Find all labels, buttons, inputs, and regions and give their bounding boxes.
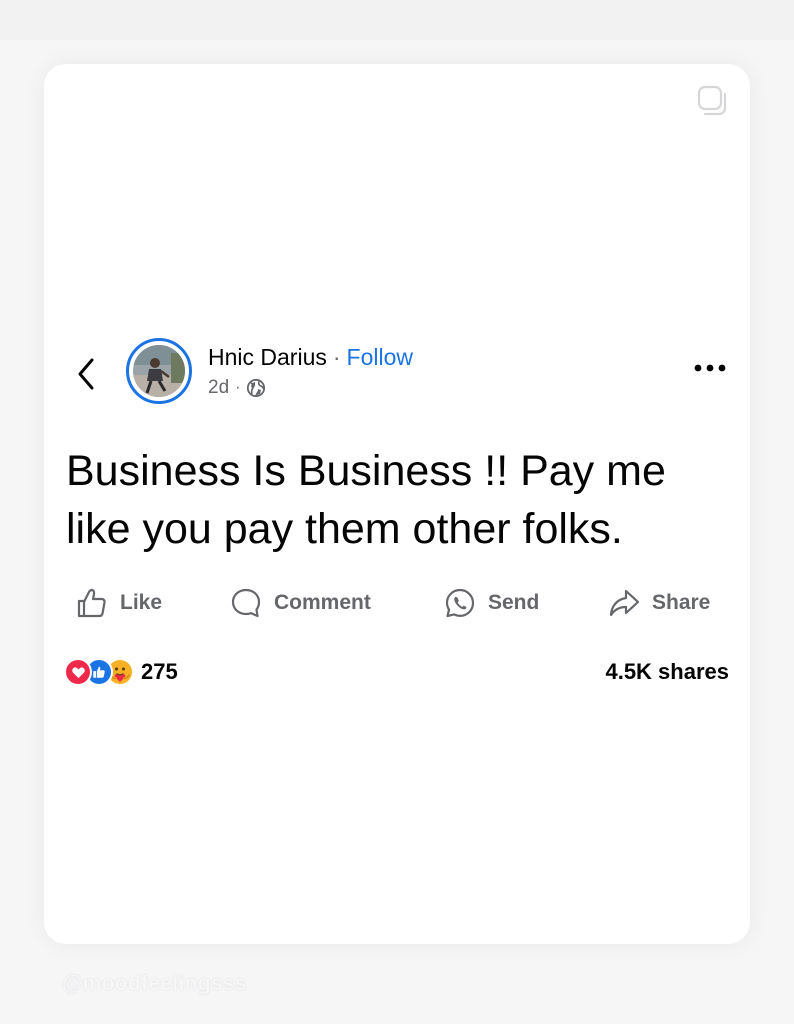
send-button[interactable]: Send [444, 584, 539, 622]
back-arrow-icon[interactable] [72, 354, 100, 394]
copy-icon[interactable] [696, 84, 730, 118]
send-label: Send [488, 591, 540, 614]
share-label: Share [652, 591, 711, 614]
avatar[interactable] [126, 338, 192, 404]
action-bar: Like Comment Send Share [76, 584, 718, 622]
like-label: Like [120, 591, 163, 614]
post-meta: 2d · [208, 376, 413, 400]
avatar-photo [133, 345, 185, 397]
author-name[interactable]: Hnic Darius [208, 344, 327, 370]
comment-button[interactable]: Comment [230, 584, 371, 622]
post-card: Hnic Darius · Follow 2d · Business Is Busi… [44, 64, 750, 944]
comment-label: Comment [274, 591, 371, 614]
meta-separator: · [235, 379, 241, 396]
post-text: Business Is Business !! Pay me like you … [66, 447, 666, 553]
whatsapp-icon [445, 588, 475, 618]
post-time[interactable]: 2d [208, 376, 229, 400]
love-reaction-icon [64, 658, 92, 686]
reaction-count: 275 [141, 659, 178, 684]
top-strip [0, 0, 794, 40]
engagement-stats: 275 4.5K shares [64, 654, 729, 690]
name-separator: · [332, 344, 341, 370]
share-icon [609, 589, 640, 617]
share-button[interactable]: Share [608, 584, 710, 622]
comment-icon [231, 588, 261, 618]
more-options-icon[interactable] [692, 360, 728, 376]
like-button[interactable]: Like [76, 584, 162, 622]
watermark: @moodfeelingsss [62, 972, 247, 995]
reactions-summary[interactable]: 275 [64, 654, 178, 690]
author-row: Hnic Darius · Follow [208, 342, 413, 372]
follow-button[interactable]: Follow [347, 344, 413, 370]
globe-icon [246, 378, 266, 398]
post-header: Hnic Darius · Follow 2d · [208, 342, 413, 400]
shares-count[interactable]: 4.5K shares [605, 654, 729, 690]
like-icon [77, 588, 106, 618]
